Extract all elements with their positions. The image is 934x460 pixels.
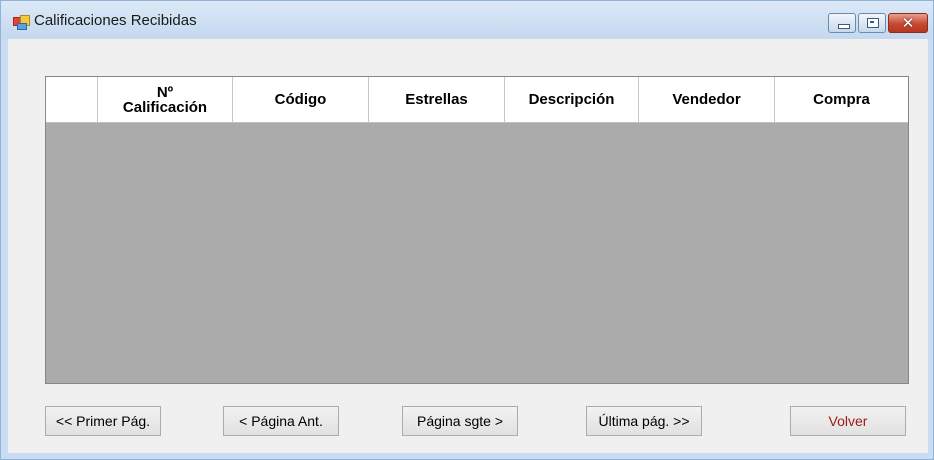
maximize-icon (867, 18, 879, 28)
back-button[interactable]: Volver (790, 406, 906, 436)
close-icon: ✕ (901, 14, 915, 32)
column-header-codigo-label: Código (274, 91, 327, 108)
last-page-button[interactable]: Última pág. >> (586, 406, 702, 436)
column-header-compra[interactable]: Compra (775, 77, 908, 122)
grid-header-row: Nº Calificación Código Estrellas Descrip… (46, 77, 908, 123)
column-header-numero-line1: Nº (156, 83, 174, 101)
column-header-numero-line2: Calificación (122, 98, 208, 116)
column-header-descripcion[interactable]: Descripción (505, 77, 639, 122)
window-title: Calificaciones Recibidas (34, 12, 197, 29)
close-button[interactable]: ✕ (888, 13, 928, 33)
grid-empty-body[interactable] (46, 123, 908, 383)
column-header-vendedor-label: Vendedor (672, 91, 741, 108)
column-header-codigo[interactable]: Código (233, 77, 369, 122)
form-client-area: Nº Calificación Código Estrellas Descrip… (8, 39, 928, 453)
main-window: Calificaciones Recibidas ✕ Nº Calificaci… (0, 0, 934, 460)
ratings-data-grid[interactable]: Nº Calificación Código Estrellas Descrip… (45, 76, 909, 384)
column-header-numero-calificacion[interactable]: Nº Calificación (98, 77, 233, 122)
app-form-icon (13, 15, 30, 30)
column-header-descripcion-label: Descripción (528, 91, 615, 108)
row-header-corner[interactable] (46, 77, 98, 122)
minimize-button[interactable] (828, 13, 856, 33)
minimize-icon (838, 24, 850, 29)
previous-page-button[interactable]: < Página Ant. (223, 406, 339, 436)
column-header-estrellas[interactable]: Estrellas (369, 77, 505, 122)
first-page-button[interactable]: << Primer Pág. (45, 406, 161, 436)
title-bar[interactable]: Calificaciones Recibidas ✕ (1, 1, 933, 39)
column-header-estrellas-label: Estrellas (405, 91, 468, 108)
next-page-button[interactable]: Página sgte > (402, 406, 518, 436)
maximize-button[interactable] (858, 13, 886, 33)
column-header-compra-label: Compra (813, 91, 870, 108)
column-header-vendedor[interactable]: Vendedor (639, 77, 775, 122)
